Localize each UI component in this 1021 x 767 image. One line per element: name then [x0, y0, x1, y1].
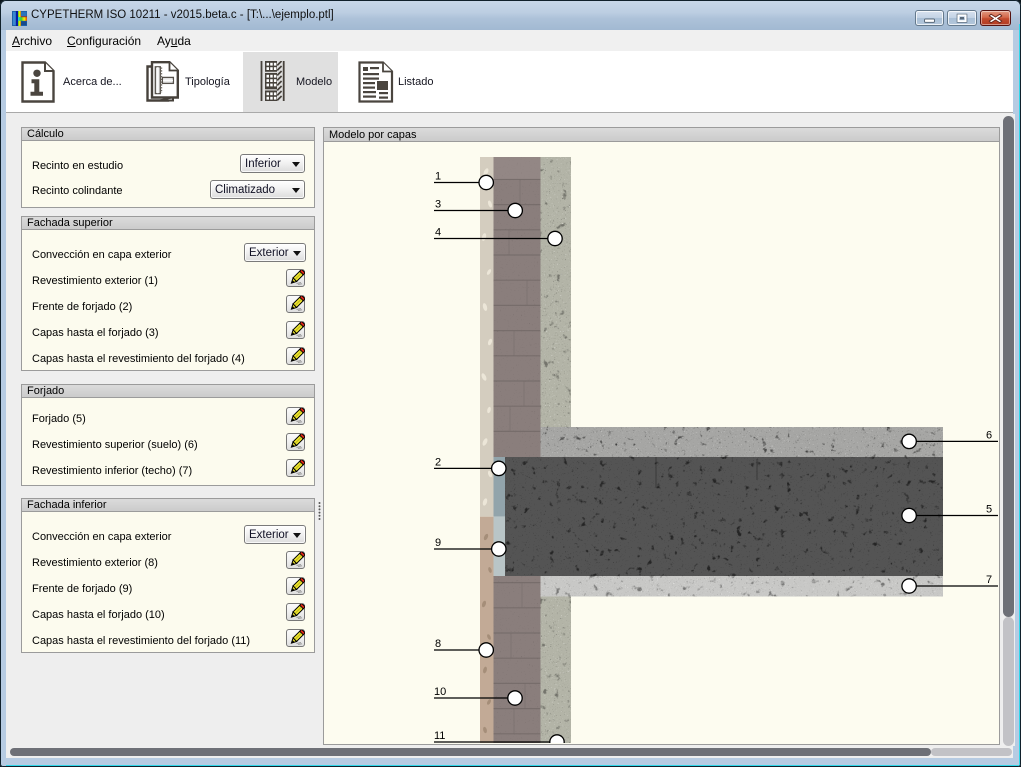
svg-text:3: 3 [435, 199, 441, 211]
svg-text:6: 6 [986, 429, 992, 441]
svg-text:1: 1 [435, 171, 441, 183]
svg-text:7: 7 [986, 574, 992, 586]
svg-text:2: 2 [435, 456, 441, 468]
svg-text:8: 8 [435, 638, 441, 650]
svg-text:5: 5 [986, 504, 992, 516]
svg-text:11: 11 [434, 730, 445, 742]
svg-text:9: 9 [435, 537, 441, 549]
svg-text:10: 10 [434, 686, 446, 698]
svg-text:4: 4 [435, 227, 441, 239]
